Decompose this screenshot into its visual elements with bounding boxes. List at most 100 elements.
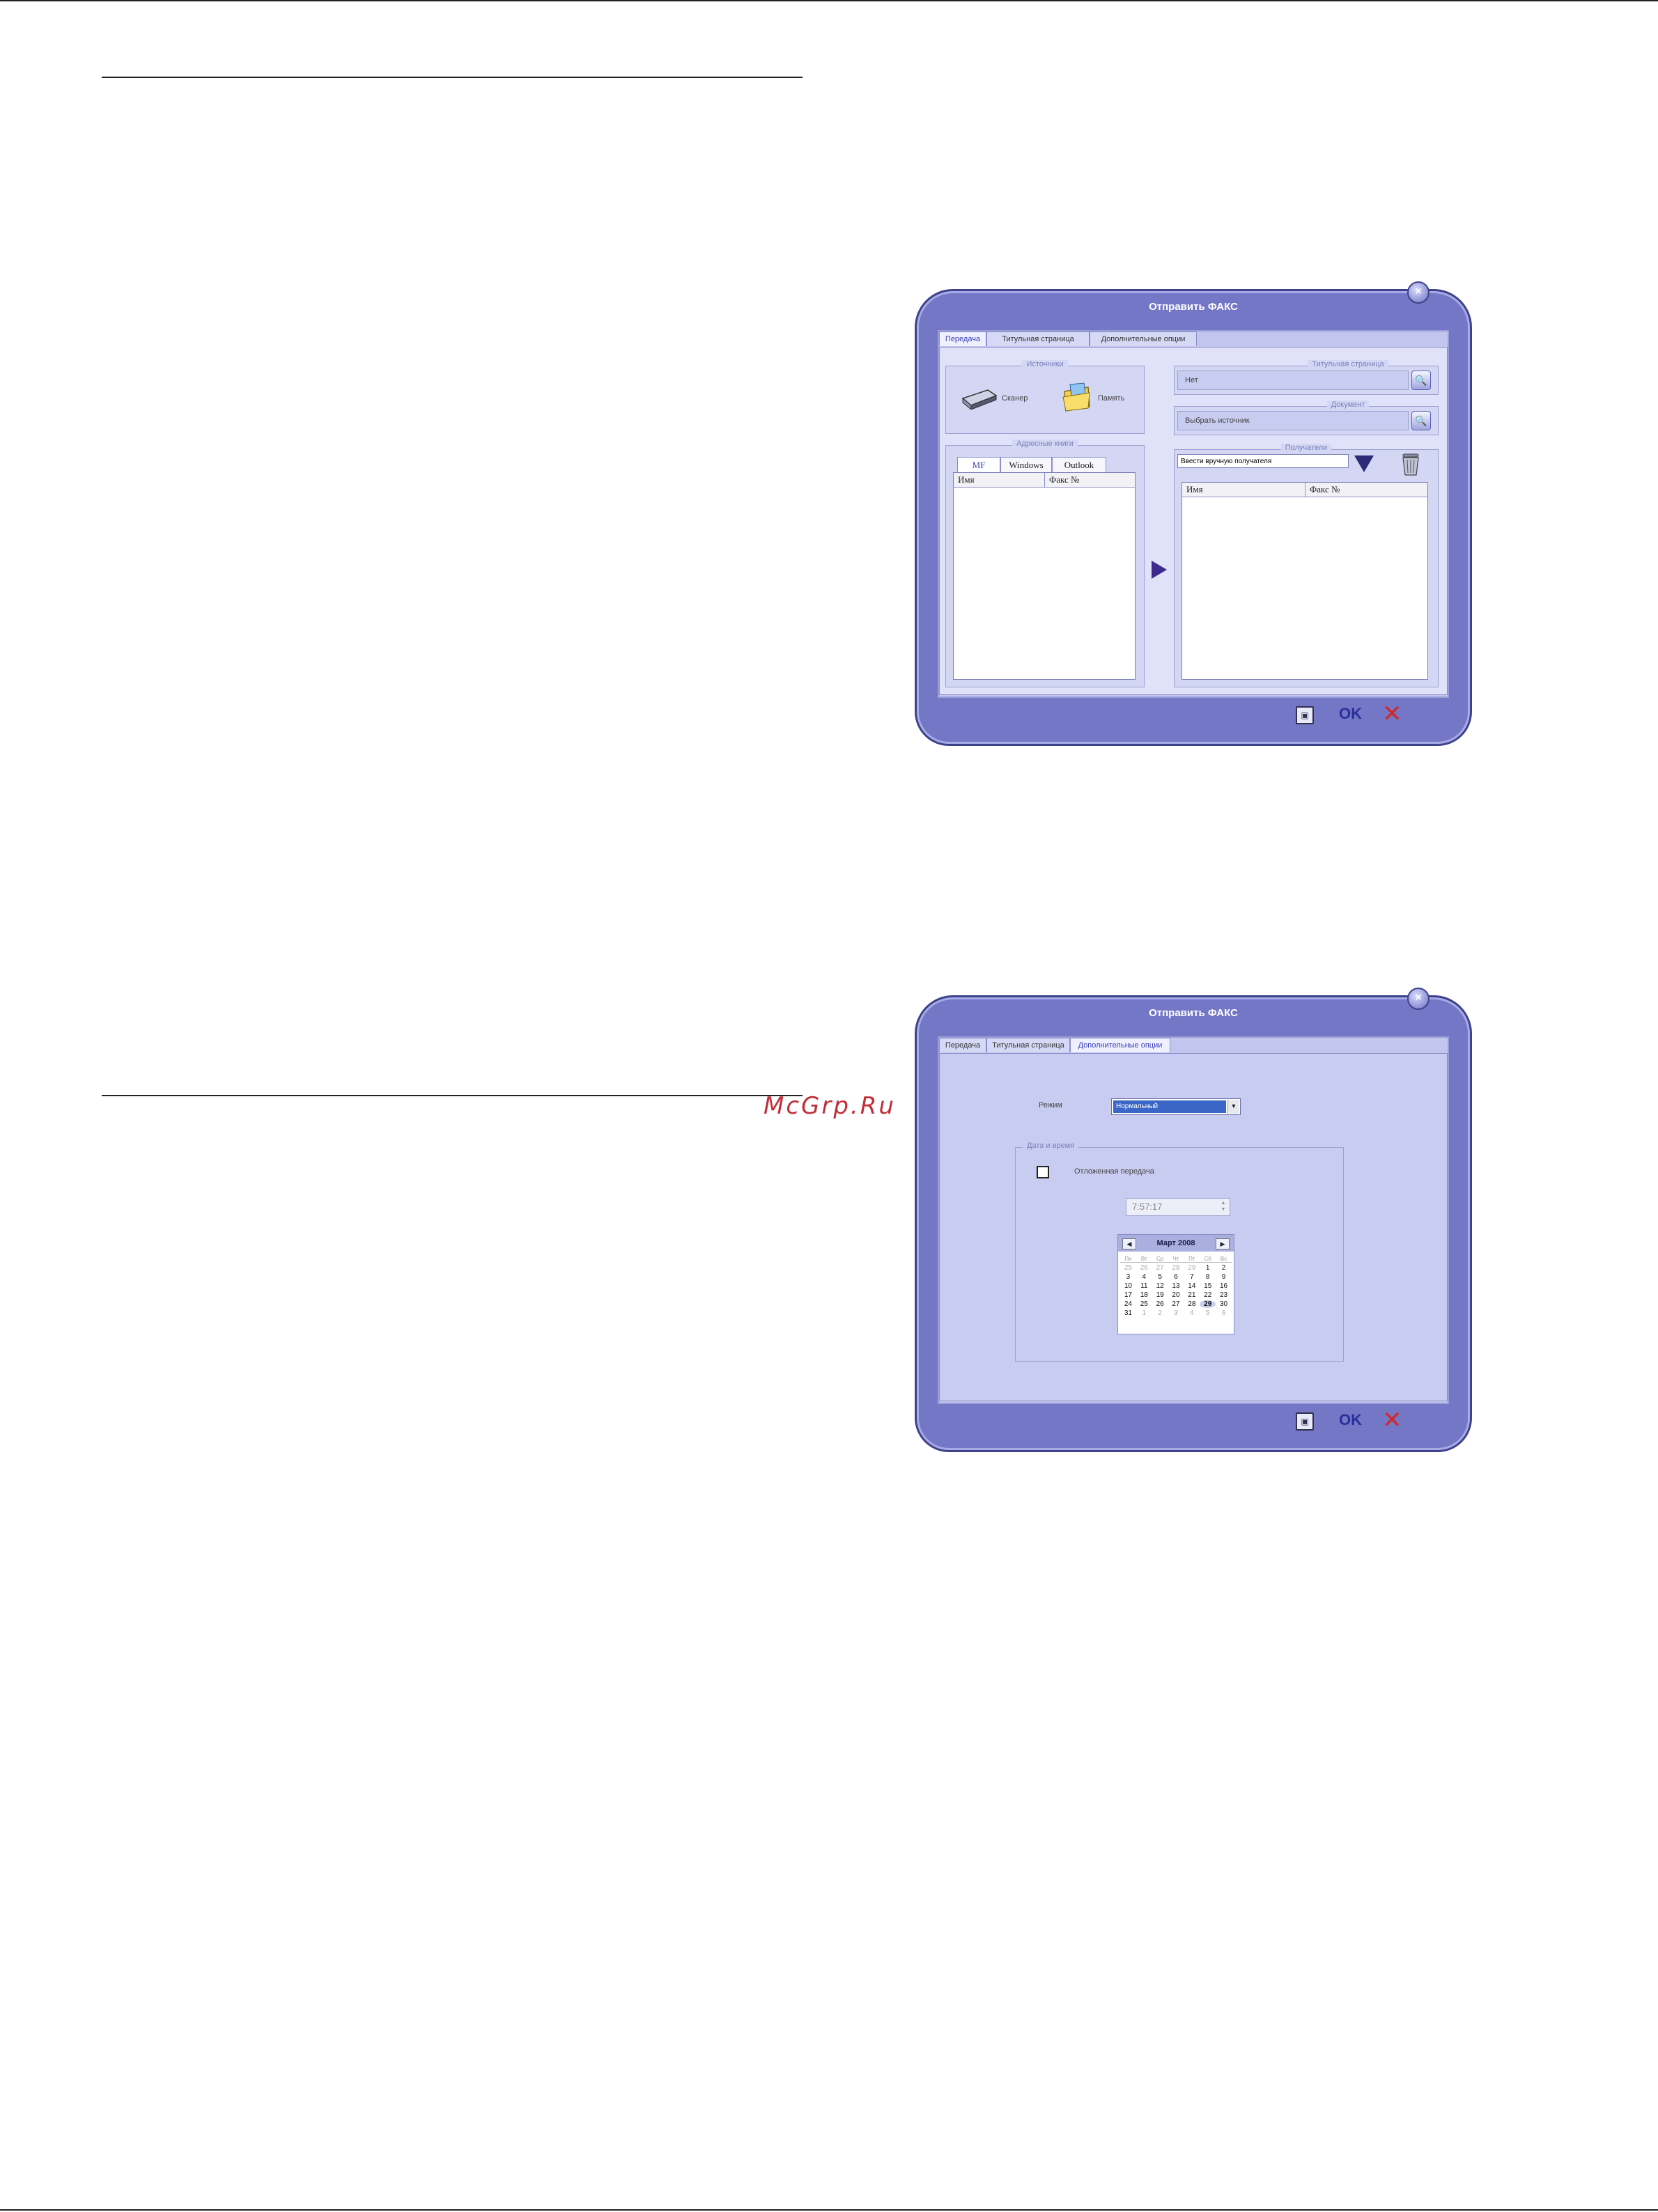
address-books-label: Адресные книги — [1012, 439, 1078, 448]
calendar-day[interactable]: 29 — [1184, 1264, 1200, 1272]
calendar-day[interactable]: 1 — [1136, 1309, 1152, 1317]
deferred-transmission-label: Отложенная передача — [1074, 1167, 1154, 1176]
calendar-day[interactable]: 22 — [1200, 1291, 1216, 1299]
address-list-header: Имя Факс № — [954, 473, 1135, 488]
add-recipient-arrow-icon[interactable] — [1152, 561, 1167, 579]
calendar-day[interactable]: 11 — [1136, 1282, 1152, 1290]
calendar-day[interactable]: 13 — [1168, 1282, 1184, 1290]
tab-advanced-options[interactable]: Дополнительные опции — [1090, 332, 1197, 346]
calendar-day[interactable]: 4 — [1184, 1309, 1200, 1317]
calendar-day[interactable]: 25 — [1136, 1300, 1152, 1308]
calendar-day[interactable]: 26 — [1152, 1300, 1168, 1308]
column-fax-number[interactable]: Факс № — [1305, 483, 1340, 497]
save-icon[interactable]: ▣ — [1296, 706, 1314, 724]
calendar-weekday: Пн — [1120, 1256, 1136, 1263]
document-source-value: Выбрать источник — [1177, 411, 1409, 430]
calendar-weekday: Вс — [1216, 1256, 1232, 1263]
calendar-day[interactable]: 16 — [1216, 1282, 1232, 1290]
calendar-day[interactable]: 10 — [1120, 1282, 1136, 1290]
mode-select[interactable]: Нормальный ▼ — [1111, 1098, 1241, 1115]
recipient-manual-input[interactable] — [1177, 454, 1349, 468]
calendar-day[interactable]: 18 — [1136, 1291, 1152, 1299]
calendar-day[interactable]: 5 — [1152, 1273, 1168, 1281]
ok-button[interactable]: OK — [1339, 1411, 1362, 1429]
calendar-day[interactable]: 6 — [1216, 1309, 1232, 1317]
calendar-day[interactable]: 6 — [1168, 1273, 1184, 1281]
tab-transmission[interactable]: Передача — [939, 332, 986, 346]
calendar-day[interactable]: 15 — [1200, 1282, 1216, 1290]
calendar-day[interactable]: 27 — [1152, 1264, 1168, 1272]
calendar-day[interactable]: 20 — [1168, 1291, 1184, 1299]
calendar-day[interactable]: 2 — [1216, 1264, 1232, 1272]
calendar-day[interactable]: 17 — [1120, 1291, 1136, 1299]
tab-advanced-options[interactable]: Дополнительные опции — [1070, 1038, 1170, 1052]
cancel-icon[interactable]: ✕ — [1382, 702, 1402, 726]
calendar-day[interactable]: 4 — [1136, 1273, 1152, 1281]
tab-cover-page[interactable]: Титульная страница — [986, 332, 1090, 346]
deferred-transmission-checkbox[interactable] — [1037, 1166, 1049, 1178]
calendar-day[interactable]: 2 — [1152, 1309, 1168, 1317]
tab-address-windows[interactable]: Windows — [1000, 457, 1052, 473]
calendar-day[interactable]: 25 — [1120, 1264, 1136, 1272]
column-fax-number[interactable]: Факс № — [1044, 473, 1079, 487]
sources-group: Источники Сканер Память — [945, 360, 1145, 434]
browse-document-icon[interactable]: 🔍 — [1411, 411, 1431, 430]
top-border — [0, 0, 1658, 1]
tab-address-mf[interactable]: MF — [957, 457, 1000, 473]
add-recipient-down-icon[interactable] — [1354, 455, 1374, 472]
column-name[interactable]: Имя — [1186, 483, 1203, 497]
calendar-day[interactable]: 9 — [1216, 1273, 1232, 1281]
calendar-day[interactable]: 19 — [1152, 1291, 1168, 1299]
column-name[interactable]: Имя — [958, 473, 975, 487]
calendar-day[interactable]: 3 — [1168, 1309, 1184, 1317]
section-rule-top — [102, 77, 803, 78]
next-month-icon[interactable]: ▶ — [1216, 1238, 1230, 1249]
calendar-day[interactable]: 29 — [1200, 1300, 1216, 1308]
mode-selected-value: Нормальный — [1113, 1100, 1226, 1113]
calendar-day[interactable]: 8 — [1200, 1273, 1216, 1281]
prev-month-icon[interactable]: ◀ — [1122, 1238, 1136, 1249]
document-group: Документ Выбрать источник 🔍 — [1174, 400, 1439, 435]
calendar-day[interactable]: 28 — [1168, 1264, 1184, 1272]
calendar-weekday: Пт — [1184, 1256, 1200, 1263]
tab-address-outlook[interactable]: Outlook — [1052, 457, 1106, 473]
time-value: 7:57:17 — [1132, 1201, 1163, 1212]
cancel-icon[interactable]: ✕ — [1382, 1408, 1402, 1432]
calendar-day[interactable]: 3 — [1120, 1273, 1136, 1281]
section-rule-middle — [102, 1095, 803, 1096]
address-books-group: Адресные книги MF Windows Outlook Имя Фа… — [945, 439, 1145, 687]
tab-transmission[interactable]: Передача — [939, 1038, 986, 1052]
cover-page-group: Титульная страница Нет 🔍 — [1174, 360, 1439, 395]
calendar-grid: Пн Вт Ср Чт Пт Сб Вс 25 26 27 28 29 1 2 3 4 5 6 7 8 9 10 11 12 1… — [1120, 1256, 1232, 1317]
calendar-day[interactable]: 31 — [1120, 1309, 1136, 1317]
send-fax-dialog-transmission: × Отправить ФАКС Передача Титульная стра… — [917, 281, 1470, 744]
calendar-day[interactable]: 7 — [1184, 1273, 1200, 1281]
calendar-day[interactable]: 23 — [1216, 1291, 1232, 1299]
calendar-day[interactable]: 12 — [1152, 1282, 1168, 1290]
bottom-border — [0, 2209, 1658, 2211]
recipients-list[interactable]: Имя Факс № — [1181, 482, 1428, 680]
address-book-list[interactable]: Имя Факс № — [953, 472, 1136, 680]
calendar-day[interactable]: 5 — [1200, 1309, 1216, 1317]
ok-button[interactable]: OK — [1339, 705, 1362, 723]
calendar-day[interactable]: 30 — [1216, 1300, 1232, 1308]
scanner-source[interactable]: Сканер — [960, 386, 1028, 413]
chevron-down-icon[interactable]: ▼ — [1227, 1100, 1239, 1114]
document-label: Документ — [1326, 400, 1370, 409]
time-picker[interactable]: 7:57:17 ▲ ▼ — [1126, 1198, 1230, 1216]
time-spinner-icon[interactable]: ▲ ▼ — [1218, 1200, 1228, 1213]
calendar-day[interactable]: 1 — [1200, 1264, 1216, 1272]
recipients-list-header: Имя Факс № — [1182, 483, 1427, 497]
calendar-day[interactable]: 28 — [1184, 1300, 1200, 1308]
memory-source[interactable]: Память — [1060, 382, 1124, 416]
calendar-day[interactable]: 27 — [1168, 1300, 1184, 1308]
calendar-day[interactable]: 24 — [1120, 1300, 1136, 1308]
tab-cover-page[interactable]: Титульная страница — [986, 1038, 1070, 1052]
trash-icon[interactable] — [1399, 451, 1423, 480]
browse-cover-page-icon[interactable]: 🔍 — [1411, 371, 1431, 390]
save-icon[interactable]: ▣ — [1296, 1412, 1314, 1431]
calendar-day[interactable]: 14 — [1184, 1282, 1200, 1290]
calendar-day[interactable]: 21 — [1184, 1291, 1200, 1299]
calendar-day[interactable]: 26 — [1136, 1264, 1152, 1272]
send-fax-dialog-advanced: × Отправить ФАКС Передача Титульная стра… — [917, 988, 1470, 1450]
